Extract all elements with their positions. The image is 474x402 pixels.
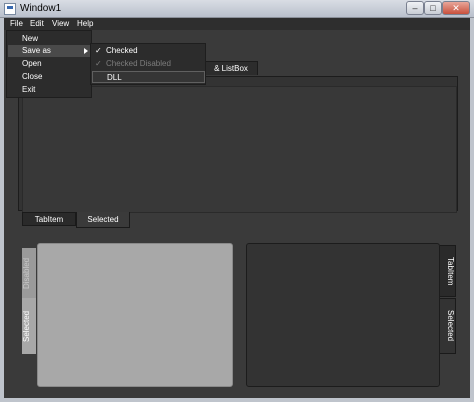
title-bar bbox=[0, 0, 474, 18]
menu-item-exit[interactable]: Exit bbox=[8, 84, 91, 96]
menu-view[interactable]: View bbox=[49, 18, 72, 30]
maximize-button[interactable]: □ bbox=[424, 1, 442, 15]
menu-bar: File Edit View Help bbox=[4, 18, 470, 30]
tab-right-selected[interactable]: Selected bbox=[440, 298, 456, 354]
window-border-right bbox=[470, 18, 474, 402]
menu-item-close-label: Close bbox=[22, 72, 43, 81]
menu-help[interactable]: Help bbox=[74, 18, 96, 30]
menu-item-new-label: New bbox=[22, 34, 39, 43]
submenu-item-dll[interactable]: DLL bbox=[92, 71, 205, 83]
menu-item-open-label: Open bbox=[22, 59, 42, 68]
menu-file[interactable]: File bbox=[7, 18, 26, 30]
menu-item-exit-label: Exit bbox=[22, 85, 36, 94]
window-title: Window1 bbox=[20, 3, 62, 14]
tab-selected[interactable]: Selected bbox=[76, 212, 130, 228]
tab-left-selected[interactable]: Selected bbox=[22, 298, 36, 354]
save-as-submenu: ✓ Checked ✓ Checked Disabled DLL bbox=[90, 43, 206, 85]
app-icon bbox=[4, 3, 16, 15]
tab-listbox[interactable]: & ListBox bbox=[204, 61, 258, 75]
submenu-item-dll-label: DLL bbox=[107, 73, 122, 82]
submenu-item-checked-disabled-label: Checked Disabled bbox=[106, 59, 171, 68]
listbox-area[interactable] bbox=[22, 86, 457, 213]
window-border-bottom bbox=[4, 398, 470, 402]
file-menu-dropdown: New Save as Open Close Exit bbox=[6, 30, 92, 98]
submenu-item-checked-label: Checked bbox=[106, 46, 138, 55]
checkmark-icon: ✓ bbox=[95, 59, 102, 68]
menu-edit[interactable]: Edit bbox=[27, 18, 47, 30]
submenu-item-checked[interactable]: ✓ Checked bbox=[92, 45, 205, 57]
menu-item-save-as[interactable]: Save as bbox=[8, 45, 91, 57]
tab-right-tabitem[interactable]: TabItem bbox=[440, 245, 456, 297]
minimize-button[interactable]: – bbox=[406, 1, 424, 15]
menu-item-save-as-label: Save as bbox=[22, 46, 51, 55]
menu-item-new[interactable]: New bbox=[8, 33, 91, 45]
right-tab-panel bbox=[246, 243, 440, 387]
menu-item-open[interactable]: Open bbox=[8, 58, 91, 70]
menu-item-close[interactable]: Close bbox=[8, 71, 91, 83]
checkmark-icon: ✓ bbox=[95, 46, 102, 55]
submenu-arrow-icon bbox=[84, 48, 88, 54]
close-button[interactable]: ✕ bbox=[442, 1, 470, 15]
submenu-item-checked-disabled: ✓ Checked Disabled bbox=[92, 58, 205, 70]
tab-disabled: Disabled bbox=[22, 248, 36, 298]
tab-tabitem[interactable]: TabItem bbox=[22, 212, 76, 226]
window-border-left bbox=[0, 18, 4, 402]
left-tab-panel bbox=[37, 243, 233, 387]
